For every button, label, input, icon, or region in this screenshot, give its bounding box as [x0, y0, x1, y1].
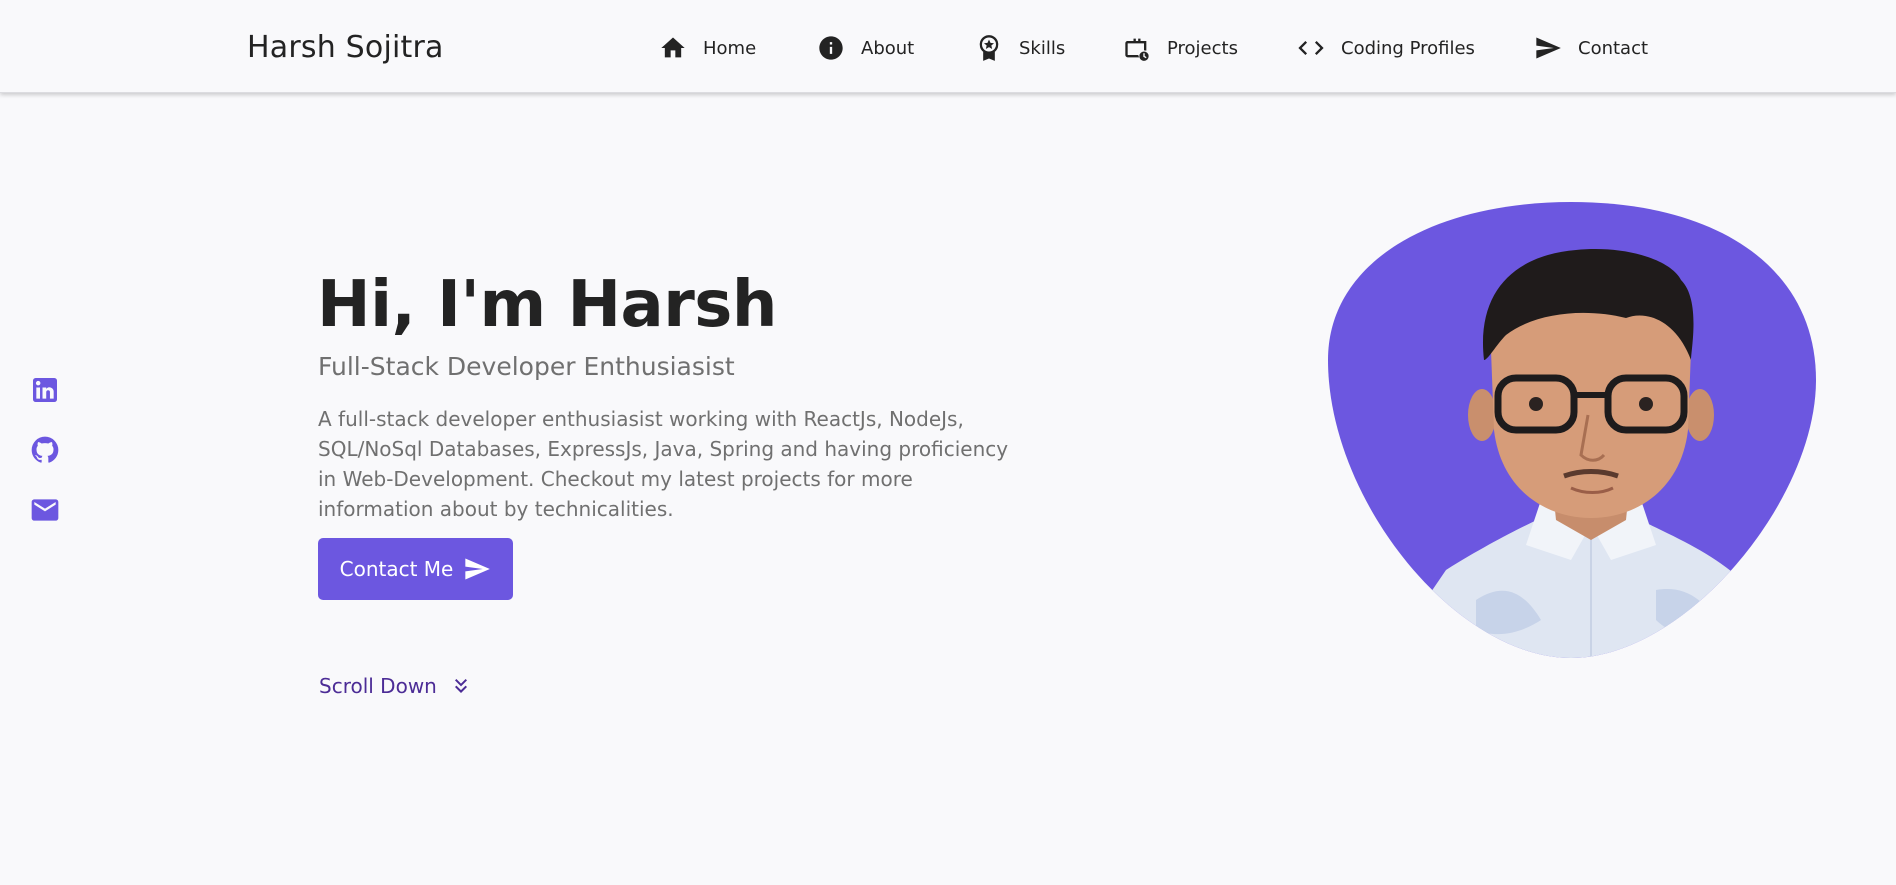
scroll-down-label: Scroll Down: [319, 674, 437, 698]
nav-contact-label: Contact: [1578, 37, 1649, 59]
nav-home[interactable]: Home: [659, 34, 756, 62]
send-icon: [465, 558, 491, 580]
nav-about-label: About: [861, 37, 915, 59]
nav-projects[interactable]: Projects: [1123, 34, 1238, 62]
nav-skills[interactable]: Skills: [975, 34, 1065, 62]
site-logo[interactable]: Harsh Sojitra: [247, 30, 444, 65]
nav-skills-label: Skills: [1019, 37, 1066, 59]
nav-about[interactable]: About: [817, 34, 914, 62]
home-icon: [659, 34, 687, 62]
nav-coding-profiles-label: Coding Profiles: [1341, 37, 1475, 59]
nav-projects-label: Projects: [1167, 37, 1238, 59]
code-icon: [1297, 34, 1325, 62]
profile-blob: [1326, 200, 1816, 658]
site-header: Harsh Sojitra Home About Skills Projects: [0, 0, 1896, 93]
profile-portrait: [1328, 202, 1816, 658]
mail-icon: [31, 499, 59, 521]
briefcase-clock-icon: [1123, 34, 1151, 62]
hero-title: Hi, I'm Harsh: [317, 268, 777, 342]
send-icon: [1534, 34, 1562, 62]
nav-contact[interactable]: Contact: [1534, 34, 1648, 62]
info-icon: [817, 34, 845, 62]
github-icon: [31, 436, 59, 463]
github-link[interactable]: [29, 434, 61, 466]
scroll-down-link[interactable]: Scroll Down: [319, 674, 473, 698]
linkedin-link[interactable]: [29, 374, 61, 406]
hero-description: A full-stack developer enthusiasist work…: [318, 407, 1009, 521]
award-icon: [975, 34, 1003, 62]
contact-me-label: Contact Me: [339, 557, 454, 581]
double-chevron-down-icon: [454, 679, 467, 693]
nav-coding-profiles[interactable]: Coding Profiles: [1297, 34, 1475, 62]
hero-subtitle: Full-Stack Developer Enthusiasist: [318, 352, 735, 381]
linkedin-icon: [33, 378, 57, 402]
contact-me-button[interactable]: Contact Me: [318, 538, 513, 600]
email-link[interactable]: [29, 494, 61, 526]
nav-home-label: Home: [703, 37, 757, 59]
